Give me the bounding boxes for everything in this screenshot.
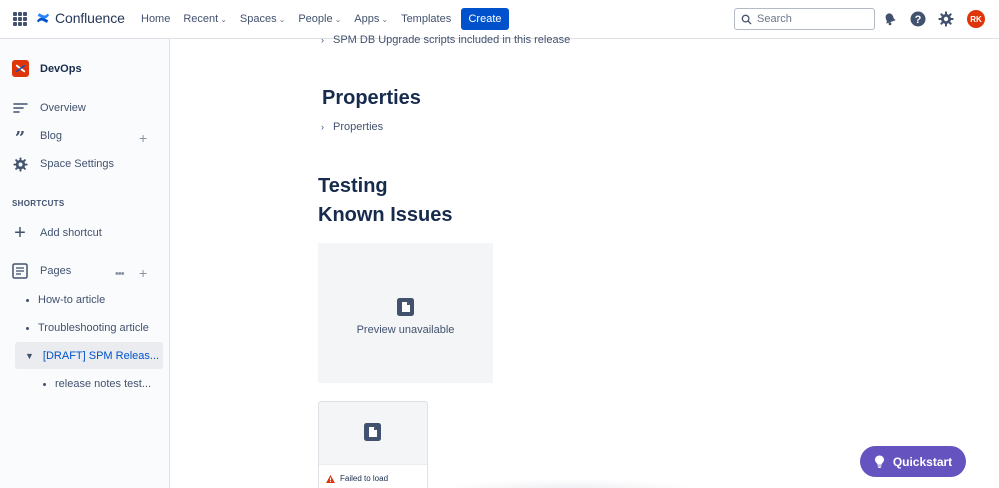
add-blog-plus-icon[interactable]: + — [139, 131, 147, 145]
attachment-preview[interactable]: Preview unavailable — [318, 243, 493, 383]
quote-icon: ” — [14, 127, 26, 149]
failed-status-bar: Failed to load — [319, 464, 427, 488]
chevron-right-icon: › — [321, 122, 324, 132]
create-button[interactable]: Create — [461, 8, 509, 30]
sidebar-item-pages[interactable]: Pages — [12, 263, 71, 279]
document-icon — [364, 423, 381, 441]
app-switcher-icon[interactable] — [13, 12, 27, 26]
confluence-wordmark: Confluence — [55, 10, 125, 26]
quickstart-button[interactable]: Quickstart — [860, 446, 966, 477]
heading-properties: Properties — [322, 87, 421, 109]
nav-recent[interactable]: Recent ⌄ — [183, 13, 227, 25]
page-content: › SPM DB Upgrade scripts included in thi… — [170, 34, 999, 488]
attachment-failed-card[interactable]: Failed to load — [318, 401, 428, 488]
chevron-right-icon: › — [321, 35, 324, 45]
heading-testing: Testing — [318, 175, 388, 197]
more-actions-icon[interactable]: ••• — [115, 268, 125, 280]
search-icon — [741, 14, 752, 25]
space-name: DevOps — [40, 62, 82, 75]
sidebar-item-space-settings[interactable]: Space Settings — [12, 156, 114, 172]
space-header[interactable]: DevOps — [12, 60, 82, 77]
warning-icon — [326, 474, 335, 483]
tree-item-troubleshooting[interactable]: Troubleshooting article — [26, 322, 149, 334]
gear-icon — [12, 156, 28, 172]
sidebar-item-label: Pages — [40, 265, 72, 277]
tree-item-label: How-to article — [38, 294, 106, 306]
preview-unavailable-text: Preview unavailable — [356, 324, 455, 336]
sidebar-item-label: Overview — [40, 102, 86, 114]
shortcuts-heading: SHORTCUTS — [12, 199, 65, 208]
user-avatar[interactable]: RK — [967, 10, 985, 28]
overview-icon — [12, 100, 28, 116]
plus-icon: + — [14, 221, 26, 244]
sidebar-item-blog[interactable]: ” Blog — [12, 127, 63, 149]
lightbulb-icon — [874, 455, 884, 468]
nav-home[interactable]: Home — [141, 13, 170, 25]
chevron-down-icon: ⌄ — [278, 14, 286, 24]
notifications-bell-icon[interactable] — [882, 11, 898, 27]
bullet-icon — [26, 298, 29, 302]
expand-label: SPM DB Upgrade scripts included in this … — [333, 34, 571, 46]
quickstart-label: Quickstart — [892, 454, 953, 469]
failed-to-load-text: Failed to load — [340, 474, 389, 483]
add-shortcut-label: Add shortcut — [40, 227, 102, 239]
pages-icon — [12, 263, 28, 279]
tree-item-howto[interactable]: How-to article — [26, 294, 105, 306]
chevron-down-icon[interactable]: ▼ — [25, 351, 34, 361]
confluence-logo-icon — [36, 13, 50, 23]
bullet-icon — [43, 382, 46, 386]
confluence-logo[interactable]: Confluence — [36, 10, 125, 26]
chevron-down-icon: ⌄ — [381, 14, 389, 24]
sidebar-item-label: Blog — [40, 130, 63, 142]
tree-item-label: Troubleshooting article — [38, 322, 149, 334]
nav-apps[interactable]: Apps ⌄ — [354, 13, 388, 25]
search-box[interactable] — [734, 8, 875, 30]
tree-item-label: release notes test... — [55, 378, 151, 390]
heading-known-issues: Known Issues — [318, 204, 453, 226]
search-input[interactable] — [757, 13, 867, 25]
scroll-shadow — [440, 479, 700, 488]
tree-item-release-notes[interactable]: release notes test... — [43, 378, 151, 390]
tree-item-draft-selected[interactable]: ▼ [DRAFT] SPM Releas... — [15, 342, 163, 369]
expand-properties[interactable]: › Properties — [321, 121, 383, 133]
chevron-down-icon: ⌄ — [334, 14, 342, 24]
nav-templates[interactable]: Templates — [401, 13, 451, 25]
document-icon — [397, 298, 414, 316]
nav-people[interactable]: People ⌄ — [298, 13, 341, 25]
sidebar: DevOps Overview ” Blog + Space Settings — [0, 39, 170, 488]
help-icon[interactable]: ? — [910, 11, 926, 27]
nav-spaces[interactable]: Spaces ⌄ — [240, 13, 285, 25]
space-avatar-icon — [12, 60, 29, 77]
expand-label: Properties — [333, 121, 384, 133]
primary-nav: Home Recent ⌄ Spaces ⌄ People ⌄ Apps ⌄ Templ… — [141, 0, 464, 38]
add-shortcut-button[interactable]: + Add shortcut — [12, 221, 102, 244]
expand-db-scripts[interactable]: › SPM DB Upgrade scripts included in thi… — [321, 34, 570, 46]
bullet-icon — [26, 326, 29, 330]
add-page-plus-icon[interactable]: + — [139, 266, 147, 280]
sidebar-item-overview[interactable]: Overview — [12, 100, 86, 116]
svg-text:?: ? — [915, 14, 922, 26]
chevron-down-icon: ⌄ — [220, 14, 227, 24]
tree-item-label: [DRAFT] SPM Releas... — [42, 349, 160, 362]
settings-gear-icon[interactable] — [938, 11, 954, 27]
sidebar-item-label: Space Settings — [40, 158, 114, 170]
